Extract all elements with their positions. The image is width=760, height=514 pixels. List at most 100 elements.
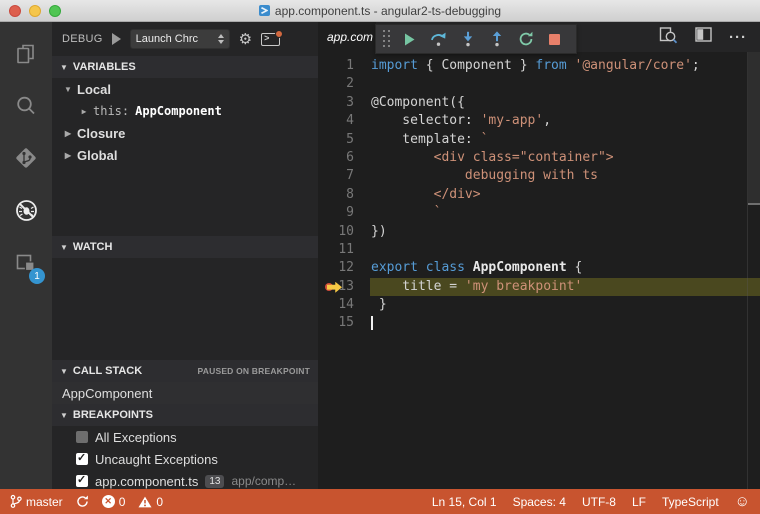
line-number[interactable]: 15 [318, 314, 370, 332]
code-line-9[interactable]: 9 ` [318, 204, 760, 222]
split-editor-icon[interactable] [695, 27, 712, 47]
stop-button[interactable] [540, 25, 569, 53]
debug-icon[interactable] [0, 184, 52, 236]
breakpoint-file-row[interactable]: app.component.ts 13 app/comp… [52, 470, 318, 489]
line-number[interactable]: 13 [318, 278, 370, 296]
variables-section-header[interactable]: ▼ VARIABLES [52, 56, 318, 78]
code-line-14[interactable]: 14 } [318, 296, 760, 314]
code-line-2[interactable]: 2 [318, 75, 760, 93]
minimize-window-button[interactable] [29, 5, 41, 17]
line-content[interactable]: ` [370, 204, 760, 222]
line-number[interactable]: 12 [318, 259, 370, 277]
git-branch-item[interactable]: master [10, 494, 63, 509]
open-preview-icon[interactable] [659, 26, 678, 49]
line-content[interactable]: <div class="container"> [370, 149, 760, 167]
editor-scrollbar-thumb[interactable] [748, 52, 760, 205]
indentation-item[interactable]: Spaces: 4 [513, 495, 566, 509]
configure-gear-icon[interactable]: ⚙ [239, 32, 252, 47]
line-content[interactable] [370, 241, 760, 259]
extensions-icon[interactable]: 1 [0, 236, 52, 288]
line-number[interactable]: 3 [318, 94, 370, 112]
line-number[interactable]: 6 [318, 149, 370, 167]
line-number[interactable]: 7 [318, 167, 370, 185]
breakpoint-checkbox[interactable] [76, 453, 88, 465]
debug-config-select[interactable]: Launch Chrc [130, 29, 230, 49]
stack-frame-row[interactable]: AppComponent [52, 382, 318, 404]
line-content[interactable]: export class AppComponent { [370, 259, 760, 277]
language-mode-item[interactable]: TypeScript [662, 495, 719, 509]
toolbar-drag-handle-icon[interactable] [383, 30, 391, 48]
line-number[interactable]: 14 [318, 296, 370, 314]
explorer-icon[interactable] [0, 28, 52, 80]
variables-scope-closure[interactable]: ▶ Closure [52, 122, 318, 144]
breakpoint-checkbox[interactable] [76, 431, 88, 443]
line-number[interactable]: 5 [318, 131, 370, 149]
line-content[interactable] [370, 75, 760, 93]
sync-item[interactable] [76, 495, 89, 508]
zoom-window-button[interactable] [49, 5, 61, 17]
watch-section-header[interactable]: ▼ WATCH [52, 236, 318, 258]
line-number[interactable]: 8 [318, 186, 370, 204]
warnings-item[interactable]: 0 [138, 495, 163, 509]
source-control-icon[interactable] [0, 132, 52, 184]
start-debug-button[interactable] [112, 33, 121, 45]
code-line-4[interactable]: 4 selector: 'my-app', [318, 112, 760, 130]
encoding-item[interactable]: UTF-8 [582, 495, 616, 509]
breakpoint-all-exceptions[interactable]: All Exceptions [52, 426, 318, 448]
debug-sidebar-header: DEBUG Launch Chrc ⚙ > [52, 22, 318, 56]
line-content[interactable]: }) [370, 223, 760, 241]
scope-label: Global [77, 148, 117, 163]
code-line-5[interactable]: 5 template: ` [318, 131, 760, 149]
close-window-button[interactable] [9, 5, 21, 17]
code-line-6[interactable]: 6 <div class="container"> [318, 149, 760, 167]
line-content[interactable]: selector: 'my-app', [370, 112, 760, 130]
code-line-10[interactable]: 10}) [318, 223, 760, 241]
variable-this-row[interactable]: ▶ this: AppComponent [52, 100, 318, 122]
errors-item[interactable]: ✕ 0 [102, 495, 126, 509]
code-line-15[interactable]: 15 [318, 314, 760, 332]
tab-app-component-ts[interactable]: app.com [318, 22, 376, 52]
debug-console-icon[interactable]: > [261, 33, 280, 46]
step-over-button[interactable] [424, 25, 453, 53]
step-out-button[interactable] [482, 25, 511, 53]
code-line-12[interactable]: 12export class AppComponent { [318, 259, 760, 277]
line-number[interactable]: 11 [318, 241, 370, 259]
code-line-3[interactable]: 3@Component({ [318, 94, 760, 112]
eol-item[interactable]: LF [632, 495, 646, 509]
code-line-11[interactable]: 11 [318, 241, 760, 259]
variables-scope-global[interactable]: ▶ Global [52, 144, 318, 166]
breakpoints-section-header[interactable]: ▼ BREAKPOINTS [52, 404, 318, 426]
line-content[interactable]: } [370, 296, 760, 314]
line-number[interactable]: 2 [318, 75, 370, 93]
code-editor[interactable]: 1import { Component } from '@angular/cor… [318, 52, 760, 489]
search-icon[interactable] [0, 80, 52, 132]
code-line-13[interactable]: 13 title = 'my breakpoint' [318, 278, 760, 296]
breakpoint-uncaught-exceptions[interactable]: Uncaught Exceptions [52, 448, 318, 470]
variable-name: this: [93, 104, 129, 118]
line-content[interactable]: </div> [370, 186, 760, 204]
code-line-1[interactable]: 1import { Component } from '@angular/cor… [318, 57, 760, 75]
line-content[interactable]: title = 'my breakpoint' [370, 278, 760, 296]
code-line-8[interactable]: 8 </div> [318, 186, 760, 204]
line-content[interactable]: @Component({ [370, 94, 760, 112]
more-actions-icon[interactable]: ··· [729, 29, 747, 46]
line-content[interactable]: debugging with ts [370, 167, 760, 185]
line-content[interactable] [370, 314, 760, 332]
line-content[interactable]: import { Component } from '@angular/core… [370, 57, 760, 75]
code-line-7[interactable]: 7 debugging with ts [318, 167, 760, 185]
current-breakpoint-marker-icon[interactable] [324, 282, 342, 293]
line-number[interactable]: 1 [318, 57, 370, 75]
breakpoint-checkbox[interactable] [76, 475, 88, 487]
line-number[interactable]: 9 [318, 204, 370, 222]
variables-scope-local[interactable]: ▼ Local [52, 78, 318, 100]
line-content[interactable]: template: ` [370, 131, 760, 149]
restart-button[interactable] [511, 25, 540, 53]
continue-button[interactable] [395, 25, 424, 53]
feedback-smiley-icon[interactable]: ☺ [735, 494, 750, 509]
line-number[interactable]: 4 [318, 112, 370, 130]
line-number[interactable]: 10 [318, 223, 370, 241]
step-into-button[interactable] [453, 25, 482, 53]
sync-icon [76, 495, 89, 508]
call-stack-section-header[interactable]: ▼ CALL STACK PAUSED ON BREAKPOINT [52, 360, 318, 382]
cursor-position-item[interactable]: Ln 15, Col 1 [432, 495, 497, 509]
